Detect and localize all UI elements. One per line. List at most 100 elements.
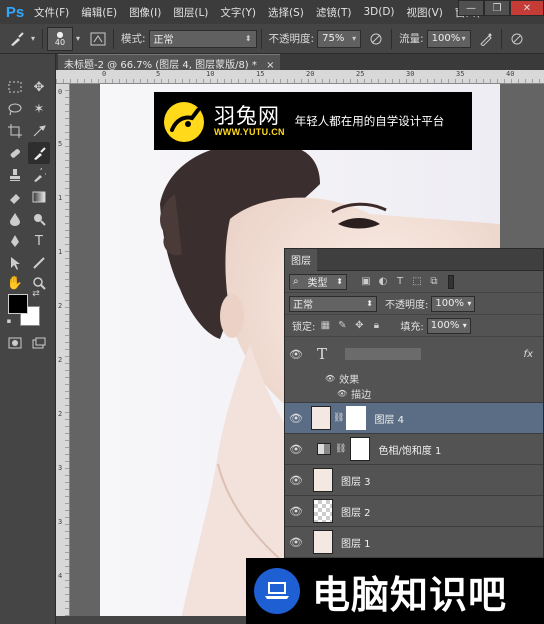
path-selection-tool-icon[interactable]	[4, 252, 26, 274]
layers-panel-tab[interactable]: 图层	[285, 248, 317, 271]
eye-icon[interactable]: 👁︎	[285, 443, 307, 456]
brush-tool-preset-icon[interactable]	[6, 28, 28, 50]
document-tab-bar: 未标题-2 @ 66.7% (图层 4, 图层蒙版/8) * ×	[56, 54, 544, 71]
chevron-down-icon[interactable]: ▾	[28, 28, 38, 50]
pressure-opacity-icon[interactable]	[365, 28, 387, 50]
menu-select[interactable]: 选择(S)	[262, 5, 310, 20]
blend-mode-select[interactable]: 正常 ⬍	[289, 295, 377, 312]
separator	[260, 28, 262, 49]
line-tool-icon[interactable]	[28, 252, 50, 274]
crop-tool-icon[interactable]	[4, 120, 26, 142]
layer-row[interactable]: 👁︎ 图层 3	[285, 465, 543, 496]
move-tool-icon[interactable]: ✥	[28, 76, 50, 98]
menu-type[interactable]: 文字(Y)	[214, 5, 262, 20]
eraser-tool-icon[interactable]	[4, 186, 26, 208]
eye-icon[interactable]: 👁︎	[285, 412, 307, 425]
hand-tool-icon[interactable]: ✋	[4, 272, 26, 294]
laptop-icon	[254, 568, 300, 614]
eyedropper-tool-icon[interactable]	[28, 120, 50, 142]
fill-value: 100%	[430, 320, 460, 331]
restore-button[interactable]: ❐	[484, 0, 510, 16]
marquee-tool-icon[interactable]	[4, 76, 26, 98]
swap-colors-icon[interactable]: ⇄	[30, 288, 42, 300]
lock-transparent-icon[interactable]: ▦	[318, 319, 332, 333]
text-layer[interactable]: 👁︎ T fx	[285, 337, 543, 371]
layer-mask-thumbnail[interactable]	[346, 406, 367, 430]
layer-opacity-input[interactable]: 100% ▾	[431, 295, 476, 312]
close-button[interactable]: ✕	[510, 0, 544, 16]
airbrush-icon[interactable]	[475, 28, 497, 50]
blur-tool-icon[interactable]	[4, 208, 26, 230]
history-brush-tool-icon[interactable]	[28, 164, 50, 186]
brush-size-picker[interactable]: ● 40	[47, 26, 73, 51]
minimize-button[interactable]: —	[458, 0, 484, 16]
lock-image-icon[interactable]: ✎	[335, 319, 349, 333]
eye-icon[interactable]: 👁︎	[325, 374, 335, 383]
screen-mode-icon[interactable]	[28, 332, 50, 354]
layer-thumbnail	[311, 406, 331, 430]
smart-object-filter-icon[interactable]: ⧉	[427, 275, 441, 289]
shape-filter-icon[interactable]: ⬚	[410, 275, 424, 289]
chevron-down-icon: ▾	[461, 34, 466, 43]
dodge-tool-icon[interactable]	[28, 208, 50, 230]
quick-mask-icon[interactable]	[4, 332, 26, 354]
lock-all-icon[interactable]: 🔒︎	[369, 319, 383, 333]
menu-3d[interactable]: 3D(D)	[357, 6, 400, 18]
type-filter-icon[interactable]: T	[393, 275, 407, 289]
layer-mask-thumbnail[interactable]	[350, 437, 371, 461]
layer-row[interactable]: 👁︎ ⛓︎ 图层 4	[285, 403, 543, 434]
layer-thumbnail	[313, 499, 333, 523]
brush-panel-toggle-icon[interactable]	[87, 28, 109, 50]
menu-image[interactable]: 图像(I)	[123, 5, 167, 20]
foreground-color-swatch[interactable]	[8, 294, 28, 314]
pixel-filter-icon[interactable]: ▣	[359, 275, 373, 289]
pen-tool-icon[interactable]	[4, 230, 26, 252]
pressure-size-icon[interactable]	[506, 28, 528, 50]
chevron-down-icon[interactable]: ▾	[73, 28, 83, 50]
layer-name: 图层 1	[341, 538, 371, 550]
lasso-tool-icon[interactable]	[4, 98, 26, 120]
stroke-label: 描边	[351, 390, 372, 401]
menu-file[interactable]: 文件(F)	[28, 5, 75, 20]
clone-stamp-tool-icon[interactable]	[4, 164, 26, 186]
menu-filter[interactable]: 滤镜(T)	[310, 5, 358, 20]
spot-healing-tool-icon[interactable]	[4, 142, 26, 164]
eye-icon[interactable]: 👁︎	[337, 389, 347, 398]
effects-row[interactable]: 👁︎ 效果	[285, 371, 543, 386]
ruler-tick: 3	[58, 518, 63, 526]
flow-input[interactable]: 100% ▾	[426, 29, 471, 48]
stroke-effect-row[interactable]: 👁︎ 描边	[285, 385, 543, 403]
banner-brand: 羽兔网	[214, 104, 280, 128]
menu-layer[interactable]: 图层(L)	[167, 5, 214, 20]
magic-wand-tool-icon[interactable]: ✶	[28, 98, 50, 120]
mode-select[interactable]: 正常 ⬍	[148, 29, 257, 48]
ruler-tick: 40	[506, 70, 515, 78]
fx-icon[interactable]: fx	[524, 349, 533, 360]
layer-row[interactable]: 👁︎ 图层 2	[285, 496, 543, 527]
adjustment-filter-icon[interactable]: ◐	[376, 275, 390, 289]
fill-input[interactable]: 100% ▾	[426, 317, 471, 334]
brush-tool-icon[interactable]	[28, 142, 50, 164]
gradient-tool-icon[interactable]	[28, 186, 50, 208]
flow-value: 100%	[431, 33, 461, 44]
menu-bar: Ps 文件(F) 编辑(E) 图像(I) 图层(L) 文字(Y) 选择(S) 滤…	[0, 0, 544, 24]
eye-icon[interactable]: 👁︎	[285, 348, 307, 361]
watermark: 电脑知识吧	[246, 558, 544, 624]
lock-position-icon[interactable]: ✥	[352, 319, 366, 333]
layer-row[interactable]: 👁︎ ⛓︎ 色相/饱和度 1	[285, 434, 543, 465]
eye-icon[interactable]: 👁︎	[285, 536, 307, 549]
filter-toggle[interactable]	[448, 274, 454, 289]
layer-row[interactable]: 👁︎ 图层 1	[285, 527, 543, 558]
menu-view[interactable]: 视图(V)	[401, 5, 449, 20]
eye-icon[interactable]: 👁︎	[285, 474, 307, 487]
opacity-input[interactable]: 75% ▾	[317, 29, 362, 48]
eye-icon[interactable]: 👁︎	[285, 505, 307, 518]
status-bar	[56, 616, 246, 624]
separator	[42, 28, 43, 49]
layer-filter-select[interactable]: ⌕ 类型 ⬍	[289, 273, 347, 290]
type-tool-icon[interactable]: T	[28, 230, 50, 252]
menu-edit[interactable]: 编辑(E)	[75, 5, 123, 20]
ruler-tick: 0	[58, 88, 63, 96]
default-colors-icon[interactable]: ▪	[4, 316, 14, 326]
document-tab[interactable]: 未标题-2 @ 66.7% (图层 4, 图层蒙版/8) * ×	[58, 54, 281, 71]
